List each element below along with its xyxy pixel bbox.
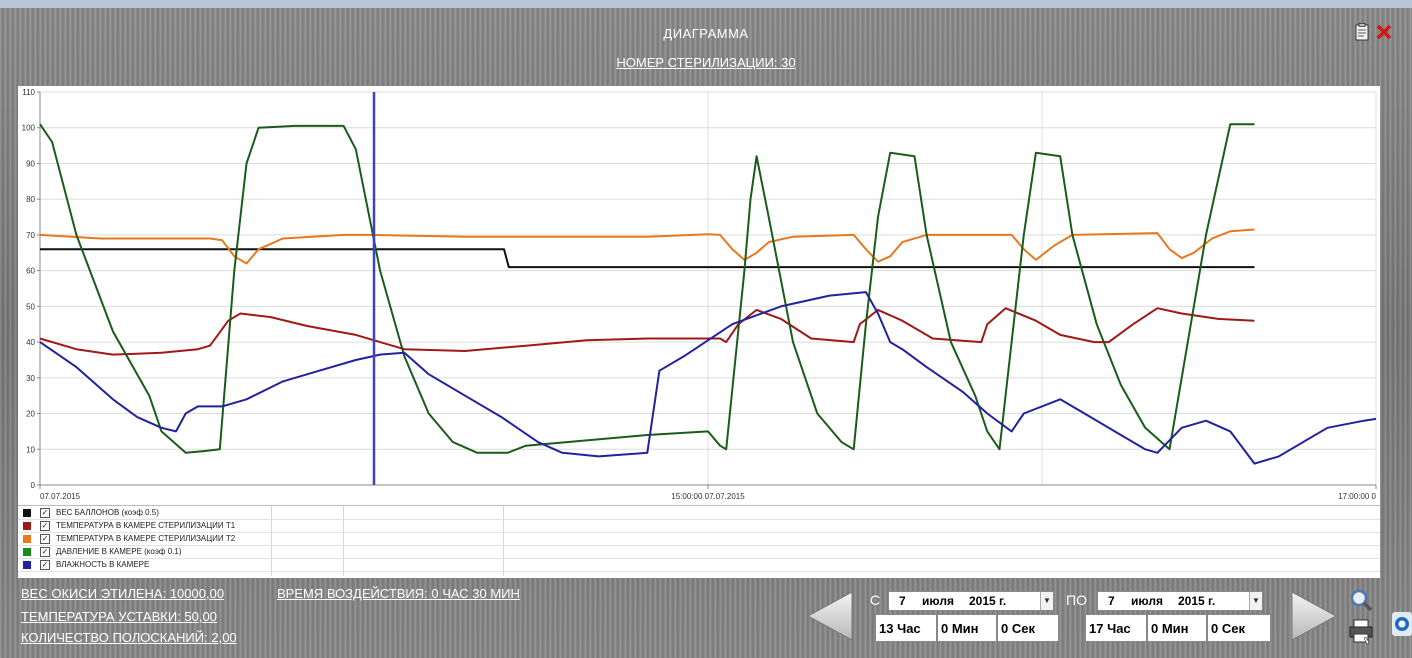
y-tick-label: 20 [26, 410, 35, 419]
from-hour-field[interactable]: 13 Час [875, 614, 937, 642]
legend-checkbox[interactable]: ✓ [40, 547, 50, 557]
x-tick-label: 17:00:00 0 [1338, 492, 1376, 501]
printer-icon[interactable] [1348, 618, 1374, 646]
legend-label: ТЕМПЕРАТУРА В КАМЕРЕ СТЕРИЛИЗАЦИИ Т1 [56, 521, 236, 530]
window-top-strip [0, 0, 1412, 8]
y-tick-label: 100 [22, 124, 36, 133]
y-tick-label: 70 [26, 231, 35, 240]
legend-label: ВЛАЖНОСТЬ В КАМЕРЕ [56, 560, 150, 569]
y-tick-label: 80 [26, 195, 35, 204]
clipboard-icon[interactable] [1354, 23, 1370, 41]
x-tick-label: 15:00:00 07.07.2015 [671, 492, 745, 501]
arrow-left-icon[interactable] [806, 590, 854, 642]
series-line-0 [40, 248, 1255, 269]
legend-row-humidity: ✓ ВЛАЖНОСТЬ В КАМЕРЕ [18, 558, 1380, 572]
y-tick-label: 30 [26, 374, 35, 383]
legend-swatch [23, 561, 31, 569]
to-year: 2015 г. [1178, 594, 1216, 608]
to-second-field[interactable]: 0 Сек [1207, 614, 1271, 642]
y-tick-label: 50 [26, 302, 35, 311]
to-day: 7 [1108, 594, 1115, 608]
magnifier-icon[interactable] [1348, 588, 1374, 612]
legend-swatch [23, 548, 31, 556]
legend-table: ✓ ВЕС БАЛЛОНОВ (коэф 0.5) ✓ ТЕМПЕРАТУРА … [18, 505, 1380, 576]
ethylene-oxide-weight: ВЕС ОКИСИ ЭТИЛЕНА: 10000,00 [21, 586, 225, 601]
y-tick-label: 10 [26, 445, 35, 454]
legend-swatch [23, 522, 31, 530]
from-minute-field[interactable]: 0 Мин [937, 614, 997, 642]
diagram-window: ДИАГРАММА НОМЕР СТЕРИЛИЗАЦИИ: 30 0 10 20 30… [0, 0, 1412, 658]
y-tick-label: 40 [26, 338, 35, 347]
legend-label: ВЕС БАЛЛОНОВ (коэф 0.5) [56, 508, 159, 517]
to-minute-field[interactable]: 0 Мин [1147, 614, 1207, 642]
legend-checkbox[interactable]: ✓ [40, 560, 50, 570]
y-tick-label: 110 [22, 88, 35, 97]
series-line-1 [39, 307, 1255, 356]
y-tick-label: 0 [31, 481, 36, 490]
legend-label: ДАВЛЕНИЕ В КАМЕРЕ (коэф 0.1) [56, 547, 182, 556]
y-tick-label: 60 [26, 267, 35, 276]
app-icon[interactable] [1392, 612, 1412, 636]
to-date-select[interactable]: 7 июля 2015 г. ▼ [1097, 591, 1263, 611]
legend-row-temp-t1: ✓ ТЕМПЕРАТУРА В КАМЕРЕ СТЕРИЛИЗАЦИИ Т1 [18, 519, 1380, 533]
from-label: С [870, 592, 881, 608]
y-tick-label: 90 [26, 159, 35, 168]
from-second-field[interactable]: 0 Сек [997, 614, 1059, 642]
rinse-count: КОЛИЧЕСТВО ПОЛОСКАНИЙ: 2,00 [21, 630, 237, 645]
from-date-select[interactable]: 7 июля 2015 г. ▼ [888, 591, 1054, 611]
from-year: 2015 г. [969, 594, 1007, 608]
legend-label: ТЕМПЕРАТУРА В КАМЕРЕ СТЕРИЛИЗАЦИИ Т2 [56, 534, 236, 543]
dropdown-arrow-icon[interactable]: ▼ [1249, 592, 1262, 610]
legend-swatch [23, 509, 31, 517]
legend-checkbox[interactable]: ✓ [40, 521, 50, 531]
legend-swatch [23, 535, 31, 543]
dropdown-arrow-icon[interactable]: ▼ [1040, 592, 1053, 610]
from-day: 7 [899, 594, 906, 608]
from-month: июля [922, 594, 954, 608]
to-label: ПО [1066, 592, 1087, 608]
legend-checkbox[interactable]: ✓ [40, 508, 50, 518]
exposure-time: ВРЕМЯ ВОЗДЕЙСТВИЯ: 0 ЧАС 30 МИН [277, 586, 520, 601]
x-tick-label: 07.07.2015 [40, 492, 81, 501]
line-chart: 0 10 20 30 40 50 60 70 80 90 100 110 07.07.2015 15:00… [22, 88, 1377, 501]
legend-row-cylinders: ✓ ВЕС БАЛЛОНОВ (коэф 0.5) [18, 506, 1380, 520]
legend-row-pressure: ✓ ДАВЛЕНИЕ В КАМЕРЕ (коэф 0.1) [18, 545, 1380, 559]
sterilization-number: НОМЕР СТЕРИЛИЗАЦИИ: 30 [616, 55, 796, 70]
to-month: июля [1131, 594, 1163, 608]
window-title: ДИАГРАММА [663, 26, 749, 41]
close-icon[interactable] [1376, 23, 1392, 41]
to-hour-field[interactable]: 17 Час [1085, 614, 1147, 642]
arrow-right-icon[interactable] [1290, 590, 1338, 642]
legend-checkbox[interactable]: ✓ [40, 534, 50, 544]
legend-row-temp-t2: ✓ ТЕМПЕРАТУРА В КАМЕРЕ СТЕРИЛИЗАЦИИ Т2 [18, 532, 1380, 546]
setpoint-temperature: ТЕМПЕРАТУРА УСТАВКИ: 50,00 [21, 609, 217, 624]
series-line-3 [39, 123, 1255, 454]
